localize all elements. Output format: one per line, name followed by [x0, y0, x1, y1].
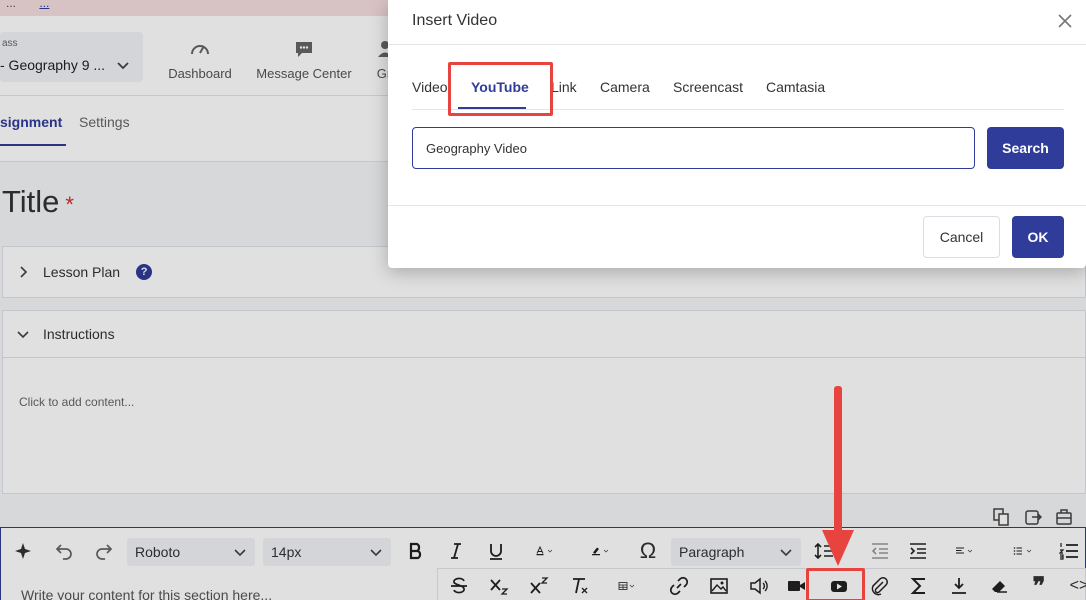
- dialog-divider: [388, 44, 1086, 45]
- tab-screencast[interactable]: Screencast: [673, 79, 743, 95]
- tab-youtube[interactable]: YouTube: [471, 79, 529, 95]
- tab-video[interactable]: Video: [412, 79, 448, 95]
- close-icon[interactable]: [1056, 12, 1074, 30]
- tabs-divider: [412, 109, 1064, 110]
- tab-camera[interactable]: Camera: [600, 79, 650, 95]
- active-tab-indicator: [458, 107, 526, 109]
- insert-video-dialog: Insert Video Video YouTube Link Camera S…: [388, 0, 1086, 268]
- search-button[interactable]: Search: [987, 127, 1064, 169]
- tab-camtasia[interactable]: Camtasia: [766, 79, 825, 95]
- youtube-search-input[interactable]: [412, 127, 975, 169]
- dialog-title: Insert Video: [412, 12, 498, 29]
- ok-button[interactable]: OK: [1012, 216, 1064, 258]
- dialog-footer-divider: [388, 205, 1086, 206]
- tab-link[interactable]: Link: [551, 79, 577, 95]
- cancel-button[interactable]: Cancel: [923, 216, 1000, 258]
